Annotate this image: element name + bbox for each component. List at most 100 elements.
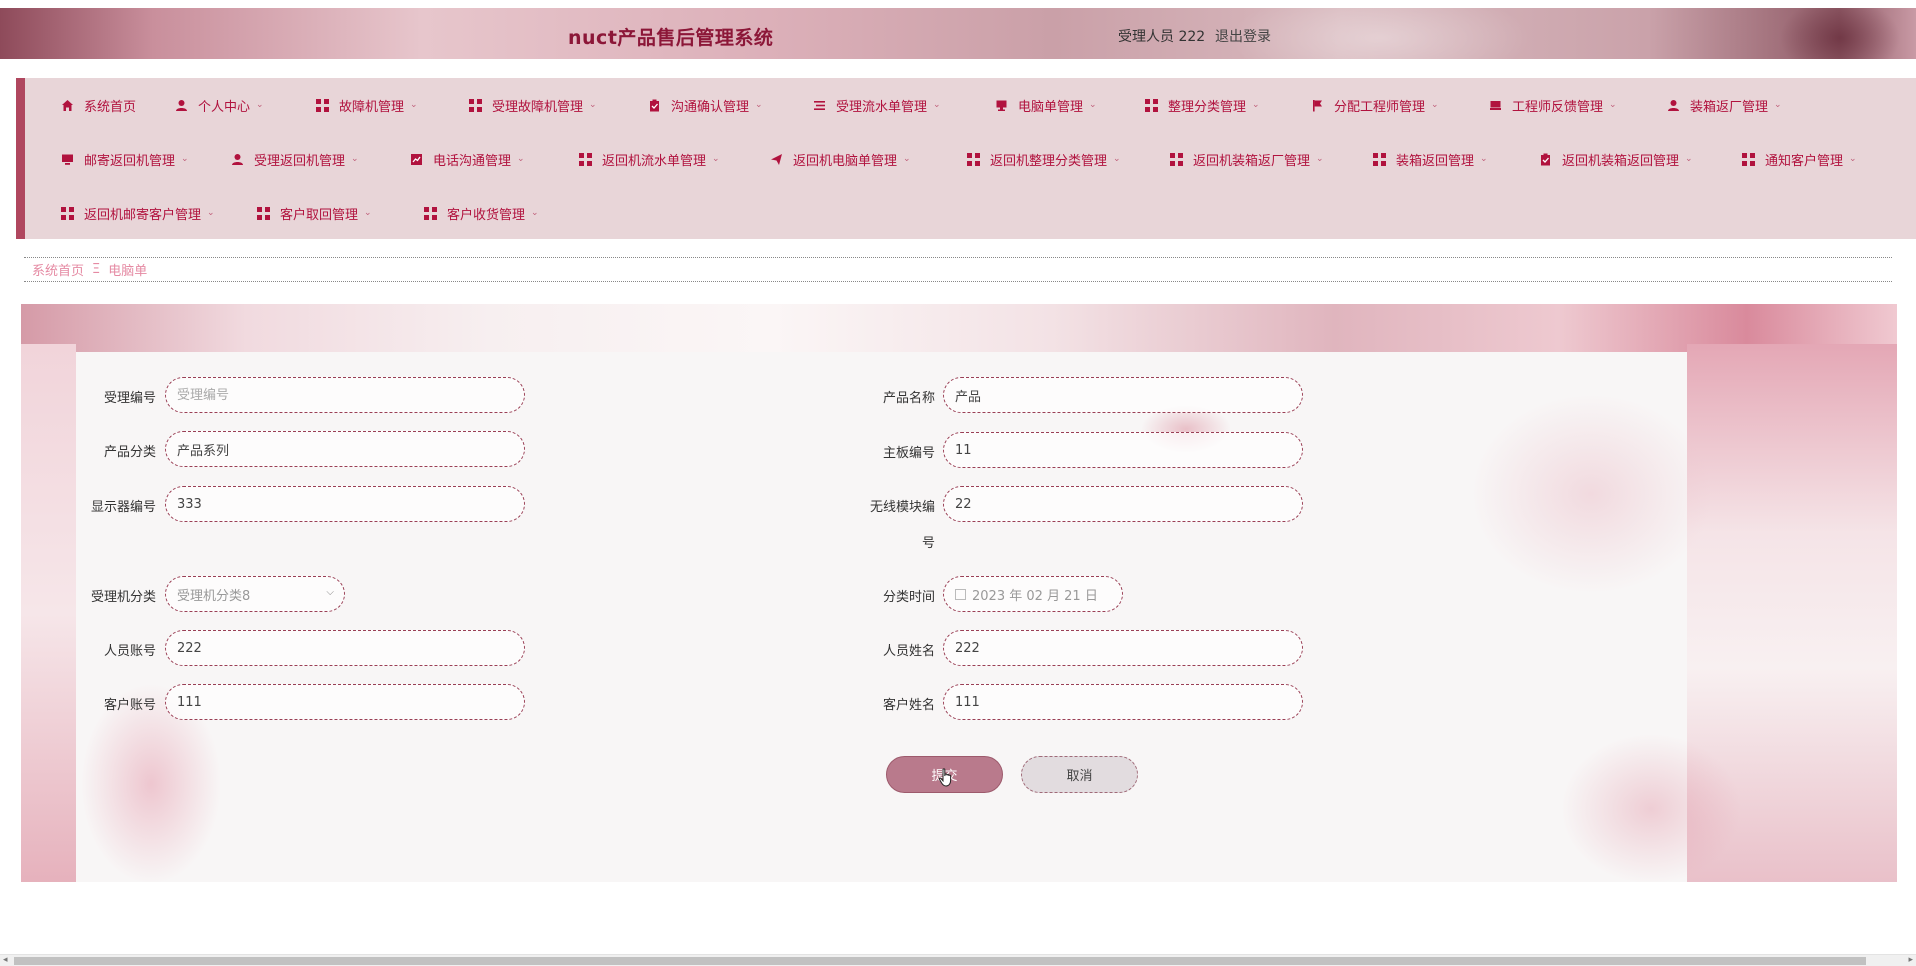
nav-item-customer-receipt[interactable]: 客户收货管理 ⌄ xyxy=(424,200,539,226)
nav-item-communication-confirm[interactable]: 沟通确认管理 ⌄ xyxy=(648,92,763,118)
header-decoration xyxy=(1780,8,1900,59)
customer-name-input[interactable]: 111 xyxy=(943,684,1303,720)
app-title: nuct产品售后管理系统 xyxy=(568,27,774,49)
chevron-down-icon: ⌄ xyxy=(531,208,539,218)
nav-item-accept-fault-machine[interactable]: 受理故障机管理 ⌄ xyxy=(469,92,597,118)
nav-item-label: 返回机装箱返厂管理 xyxy=(1193,153,1311,169)
nav-item-engineer-feedback[interactable]: 工程师反馈管理 ⌄ xyxy=(1489,92,1617,118)
nav-item-packing-return[interactable]: 装箱返回管理 ⌄ xyxy=(1373,146,1488,172)
grid-icon xyxy=(469,98,482,112)
grid-icon xyxy=(1145,98,1158,112)
breadcrumb: 系统首页 Ξ 电脑单 xyxy=(24,257,1892,282)
nav-item-label: 邮寄返回机管理 xyxy=(84,153,176,169)
nav-item-return-flow[interactable]: 返回机流水单管理 ⌄ xyxy=(579,146,720,172)
nav-item-label: 工程师反馈管理 xyxy=(1512,99,1604,115)
nav-item-customer-pickup[interactable]: 客户取回管理 ⌄ xyxy=(257,200,372,226)
breadcrumb-home-link[interactable]: 系统首页 xyxy=(32,260,84,279)
wireless-no-input[interactable]: 22 xyxy=(943,486,1303,522)
nav-item-return-sort-category[interactable]: 返回机整理分类管理 ⌄ xyxy=(967,146,1121,172)
chevron-down-icon: ⌵ xyxy=(326,587,334,598)
panel-decoration xyxy=(1471,394,1711,594)
board-no-input[interactable]: 11 xyxy=(943,432,1303,468)
computer-icon xyxy=(1489,99,1502,112)
display-no-label: 显示器编号 xyxy=(90,500,156,515)
chevron-down-icon: ⌄ xyxy=(1849,154,1857,164)
wireless-no-label-cont: 号 xyxy=(921,536,935,551)
nav-item-packing-return-factory[interactable]: 装箱返厂管理 ⌄ xyxy=(1667,92,1782,118)
chevron-down-icon: ⌄ xyxy=(712,154,720,164)
chevron-down-icon: ⌄ xyxy=(1609,100,1617,110)
scroll-right-icon[interactable]: ▸ xyxy=(1908,955,1913,965)
scroll-left-icon[interactable]: ◂ xyxy=(3,955,8,965)
panel-decoration xyxy=(21,344,76,882)
chevron-down-icon: ⌄ xyxy=(1113,154,1121,164)
calendar-icon xyxy=(955,588,966,600)
header-decoration xyxy=(1230,8,1530,59)
nav-item-personal-center[interactable]: 个人中心 ⌄ xyxy=(175,92,264,118)
grid-icon xyxy=(1742,152,1755,166)
nav-item-label: 客户收货管理 xyxy=(447,207,526,223)
home-icon xyxy=(61,99,74,112)
flag-icon xyxy=(1311,99,1324,112)
staff-name-label: 人员姓名 xyxy=(882,644,935,659)
clipboard-icon xyxy=(648,99,661,112)
chevron-down-icon: ⌄ xyxy=(1685,154,1693,164)
logout-link[interactable]: 退出登录 xyxy=(1215,26,1271,46)
category-time-datepicker[interactable]: 2023 年 02 月 21 日 xyxy=(943,576,1123,612)
user-icon xyxy=(231,153,244,166)
nav-item-accept-flow[interactable]: 受理流水单管理 ⌄ xyxy=(813,92,941,118)
user-icon xyxy=(1667,99,1680,112)
display-no-input[interactable]: 333 xyxy=(165,486,525,522)
nav-item-label: 个人中心 xyxy=(198,99,251,115)
product-category-input[interactable]: 产品系列 xyxy=(165,431,525,467)
chevron-down-icon: ⌄ xyxy=(1316,154,1324,164)
nav-item-sort-category[interactable]: 整理分类管理 ⌄ xyxy=(1145,92,1260,118)
nav-item-assign-engineer[interactable]: 分配工程师管理 ⌄ xyxy=(1311,92,1439,118)
cancel-button[interactable]: 取消 xyxy=(1021,756,1138,793)
nav-item-home[interactable]: 系统首页 xyxy=(61,92,136,118)
chevron-down-icon: ⌄ xyxy=(256,100,264,110)
grid-icon xyxy=(579,152,592,166)
user-icon xyxy=(175,99,188,112)
nav-item-label: 电话沟通管理 xyxy=(433,153,512,169)
chevron-down-icon: ⌄ xyxy=(903,154,911,164)
nav-item-return-computer-order[interactable]: 返回机电脑单管理 ⌄ xyxy=(770,146,911,172)
chevron-down-icon: ⌄ xyxy=(364,208,372,218)
wireless-no-label: 无线模块编 xyxy=(869,500,935,515)
board-no-label: 主板编号 xyxy=(882,446,935,461)
chevron-down-icon: ⌄ xyxy=(351,154,359,164)
chevron-down-icon: ⌄ xyxy=(1431,100,1439,110)
panel-decoration xyxy=(21,304,1897,352)
nav-item-return-packing-return[interactable]: 返回机装箱返回管理 ⌄ xyxy=(1539,146,1693,172)
nav-item-accept-return-machine[interactable]: 受理返回机管理 ⌄ xyxy=(231,146,359,172)
nav-item-fault-machine[interactable]: 故障机管理 ⌄ xyxy=(316,92,418,118)
nav-item-return-packing-factory[interactable]: 返回机装箱返厂管理 ⌄ xyxy=(1170,146,1324,172)
product-name-input[interactable]: 产品 xyxy=(943,377,1303,413)
chevron-down-icon: ⌄ xyxy=(933,100,941,110)
chevron-down-icon: ⌄ xyxy=(410,100,418,110)
nav-item-label: 客户取回管理 xyxy=(280,207,359,223)
scrollbar-thumb[interactable] xyxy=(14,957,1866,965)
accept-no-input[interactable] xyxy=(165,377,525,413)
nav-item-label: 返回机邮寄客户管理 xyxy=(84,207,202,223)
staff-account-input[interactable]: 222 xyxy=(165,630,525,666)
chart-icon xyxy=(410,153,423,166)
main-nav: 系统首页 个人中心 ⌄ 故障机管理 ⌄ 受理故障机管理 ⌄ 沟通确认管理 ⌄ 受理流水单… xyxy=(16,78,1916,239)
nav-item-label: 沟通确认管理 xyxy=(671,99,750,115)
nav-item-label: 返回机流水单管理 xyxy=(602,153,707,169)
top-header: nuct产品售后管理系统 受理人员 222 退出登录 xyxy=(0,8,1916,59)
grid-icon xyxy=(967,152,980,166)
grid-icon xyxy=(257,206,270,220)
grid-icon xyxy=(424,206,437,220)
customer-account-input[interactable]: 111 xyxy=(165,684,525,720)
nav-item-mail-return-machine[interactable]: 邮寄返回机管理 ⌄ xyxy=(61,146,189,172)
nav-item-computer-order[interactable]: 电脑单管理 ⌄ xyxy=(995,92,1097,118)
nav-item-return-mail-customer[interactable]: 返回机邮寄客户管理 ⌄ xyxy=(61,200,215,226)
horizontal-scrollbar[interactable]: ◂ ▸ xyxy=(0,954,1916,966)
nav-item-phone-communication[interactable]: 电话沟通管理 ⌄ xyxy=(410,146,525,172)
nav-item-label: 装箱返回管理 xyxy=(1396,153,1475,169)
nav-item-notify-customer[interactable]: 通知客户管理 ⌄ xyxy=(1742,146,1857,172)
monitor-icon xyxy=(61,153,74,166)
machine-category-select[interactable]: 受理机分类8 ⌵ xyxy=(165,576,345,612)
staff-name-input[interactable]: 222 xyxy=(943,630,1303,666)
